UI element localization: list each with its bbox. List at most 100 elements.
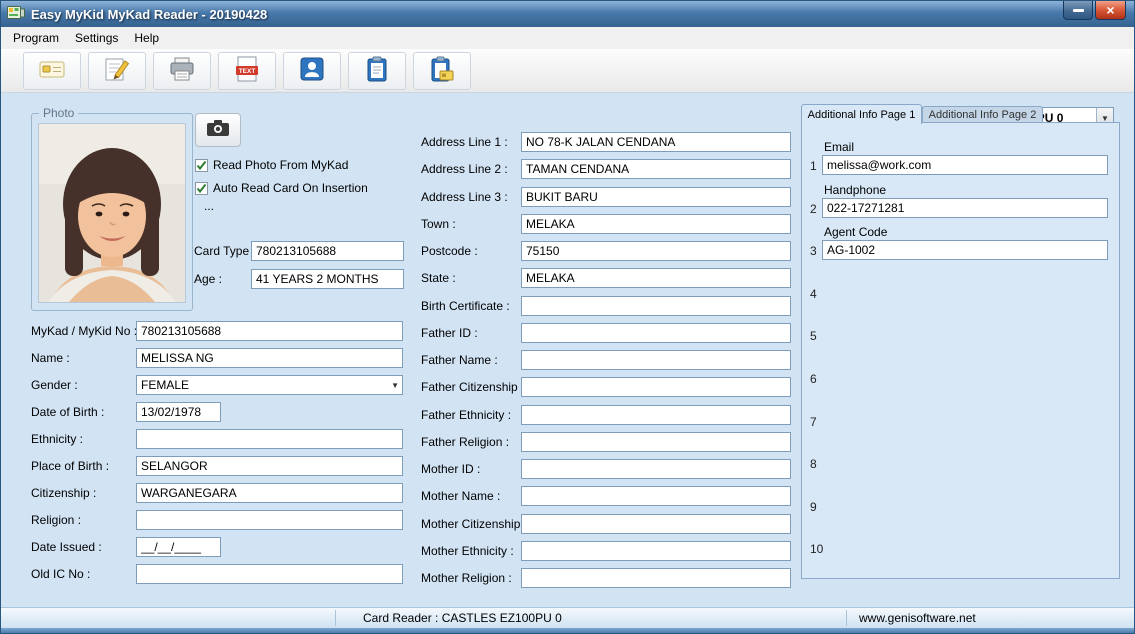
field-label: Mother ID : <box>421 462 481 476</box>
field-label: Father Name : <box>421 353 498 367</box>
field-label: Father Citizenship : <box>421 380 525 394</box>
menu-item-help[interactable]: Help <box>126 28 167 48</box>
status-website-text: www.genisoftware.net <box>859 611 976 625</box>
email-input[interactable] <box>822 155 1108 175</box>
name-input[interactable] <box>136 348 403 368</box>
row-number: 3 <box>810 244 817 258</box>
window-title: Easy MyKid MyKad Reader - 20190428 <box>31 6 268 22</box>
chevron-down-icon: ▼ <box>391 380 399 390</box>
export-text-button[interactable]: TEXT <box>218 52 276 90</box>
capture-photo-button[interactable] <box>195 113 241 147</box>
field-label: Place of Birth : <box>31 459 110 473</box>
tab-additional-info-1[interactable]: Additional Info Page 1 <box>801 104 922 124</box>
row-number: 2 <box>810 202 817 216</box>
mother-name-input[interactable] <box>521 486 791 506</box>
checkbox-read-photo[interactable]: Read Photo From MyKad <box>195 158 348 172</box>
row-number: 6 <box>810 372 817 386</box>
field-label: Father ID : <box>421 326 478 340</box>
combo-value: FEMALE <box>141 378 190 392</box>
mother-id-input[interactable] <box>521 459 791 479</box>
mother-citizenship-input[interactable] <box>521 514 791 534</box>
clipboard-button[interactable] <box>348 52 406 90</box>
print-button[interactable] <box>153 52 211 90</box>
row-number: 8 <box>810 457 817 471</box>
handphone-input[interactable] <box>822 198 1108 218</box>
age-input[interactable] <box>251 269 404 289</box>
father-ethnicity-input[interactable] <box>521 405 791 425</box>
field-label: Town : <box>421 217 456 231</box>
statusbar: Card Reader : CASTLES EZ100PU 0 www.geni… <box>1 607 1134 628</box>
field-label: Gender : <box>31 378 78 392</box>
state-input[interactable] <box>521 268 791 288</box>
field-label: Citizenship : <box>31 486 97 500</box>
father-id-input[interactable] <box>521 323 791 343</box>
checkbox-checked-icon <box>195 158 208 172</box>
gender-select[interactable]: FEMALE ▼ <box>136 375 403 395</box>
field-label: Date of Birth : <box>31 405 105 419</box>
additional-info-panel: 1 Email 2 Handphone 3 Agent Code 4 5 6 7 8 9 10 <box>801 122 1120 579</box>
menu-item-program[interactable]: Program <box>5 28 67 48</box>
place-of-birth-input[interactable] <box>136 456 403 476</box>
address-line-2-input[interactable] <box>521 159 791 179</box>
camera-icon <box>207 119 229 141</box>
address-line-3-input[interactable] <box>521 187 791 207</box>
field-label: State : <box>421 271 456 285</box>
checkbox-label: Auto Read Card On Insertion <box>213 181 368 195</box>
old-ic-no-input[interactable] <box>136 564 403 584</box>
field-label: Father Religion : <box>421 435 510 449</box>
status-reader-text: Card Reader : CASTLES EZ100PU 0 <box>363 611 562 625</box>
field-label: Old IC No : <box>31 567 91 581</box>
app-icon <box>7 4 25 25</box>
field-label: Address Line 2 : <box>421 162 508 176</box>
field-label: Date Issued : <box>31 540 102 554</box>
menubar: Program Settings Help <box>1 27 1134 49</box>
town-input[interactable] <box>521 214 791 234</box>
app-window: Easy MyKid MyKad Reader - 20190428 × Pro… <box>0 0 1135 634</box>
row-number: 10 <box>810 542 824 556</box>
mother-ethnicity-input[interactable] <box>521 541 791 561</box>
dots-label: ... <box>204 199 215 213</box>
read-card-button[interactable] <box>23 52 81 90</box>
minimize-button[interactable] <box>1063 1 1093 20</box>
save-record-button[interactable] <box>283 52 341 90</box>
field-label: Birth Certificate : <box>421 299 510 313</box>
svg-text:TEXT: TEXT <box>239 67 256 74</box>
field-label: Mother Religion : <box>421 571 512 585</box>
tab-additional-info-2[interactable]: Additional Info Page 2 <box>922 106 1043 122</box>
citizenship-input[interactable] <box>136 483 403 503</box>
titlebar: Easy MyKid MyKad Reader - 20190428 × <box>1 1 1134 27</box>
row-number: 4 <box>810 287 817 301</box>
postcode-input[interactable] <box>521 241 791 261</box>
field-label: Religion : <box>31 513 82 527</box>
window-bottom-edge <box>1 628 1134 633</box>
note-edit-icon <box>102 54 132 89</box>
row-number: 1 <box>810 159 817 173</box>
address-line-1-input[interactable] <box>521 132 791 152</box>
field-label: Father Ethnicity : <box>421 408 512 422</box>
agent-code-input[interactable] <box>822 240 1108 260</box>
menu-item-settings[interactable]: Settings <box>67 28 126 48</box>
checkbox-label: Read Photo From MyKad <box>213 158 349 172</box>
checkbox-auto-read[interactable]: Auto Read Card On Insertion <box>195 181 368 195</box>
mykad-mykid-no-input[interactable] <box>136 321 403 341</box>
date-issued-input[interactable] <box>136 537 221 557</box>
mother-religion-input[interactable] <box>521 568 791 588</box>
birth-certificate-input[interactable] <box>521 296 791 316</box>
edit-notes-button[interactable] <box>88 52 146 90</box>
minimize-icon <box>1072 8 1084 12</box>
status-divider <box>846 610 847 626</box>
clipboard-card-button[interactable] <box>413 52 471 90</box>
field-label: Mother Ethnicity : <box>421 544 514 558</box>
religion-input[interactable] <box>136 510 403 530</box>
father-religion-input[interactable] <box>521 432 791 452</box>
ethnicity-input[interactable] <box>136 429 403 449</box>
card-type-input[interactable] <box>251 241 404 261</box>
field-label: Ethnicity : <box>31 432 84 446</box>
card-type-label: Card Type : <box>194 244 256 258</box>
close-button[interactable]: × <box>1095 1 1126 20</box>
father-name-input[interactable] <box>521 350 791 370</box>
date-of-birth-input[interactable] <box>136 402 221 422</box>
smartcard-icon <box>37 54 67 89</box>
field-label: Handphone <box>824 183 887 197</box>
father-citizenship-input[interactable] <box>521 377 791 397</box>
